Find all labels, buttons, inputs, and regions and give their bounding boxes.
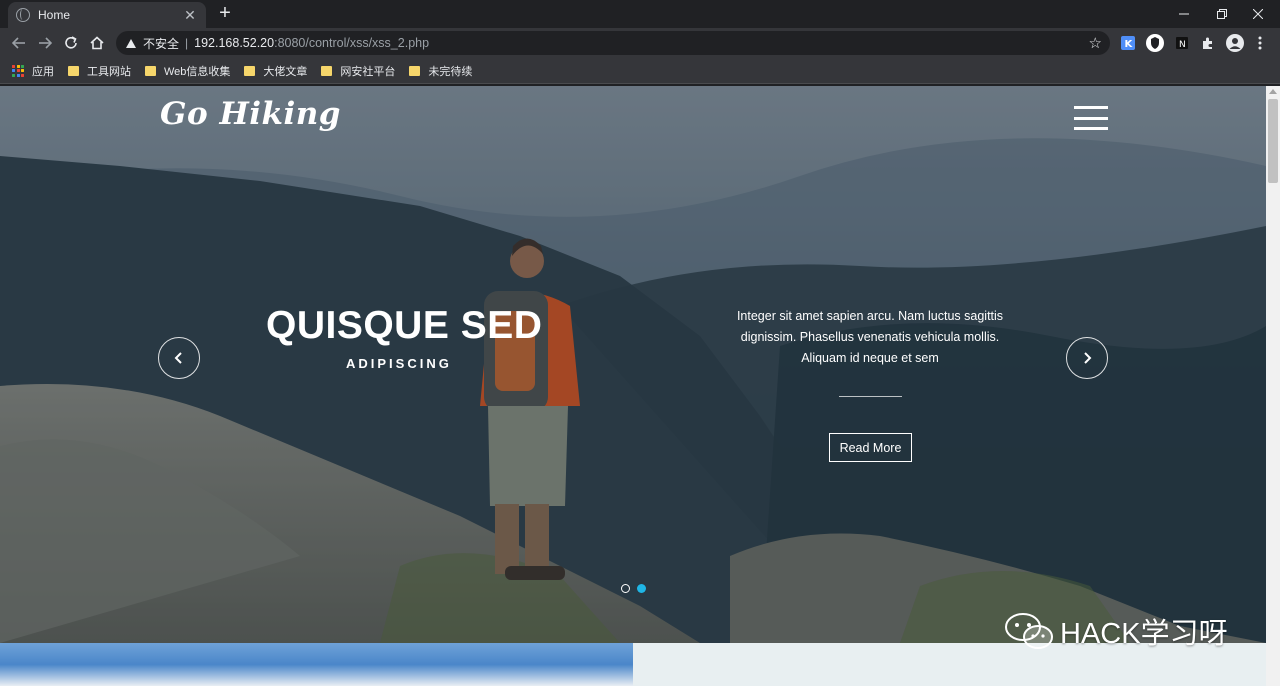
bookmark-folder-platform[interactable]: 网安社平台 — [321, 63, 395, 79]
bookmark-folder-tbc[interactable]: 未完待续 — [409, 63, 472, 79]
profile-button[interactable] — [1225, 33, 1245, 53]
extension-shield-icon — [1146, 34, 1164, 52]
extension-k-icon: K — [1121, 36, 1135, 50]
not-secure-label: 不安全 — [143, 36, 180, 51]
close-window-button[interactable] — [1240, 0, 1276, 28]
folder-icon — [68, 65, 79, 76]
tab-home[interactable]: Home ✕ — [8, 2, 206, 28]
arrow-left-icon — [12, 37, 25, 49]
bookmark-label: Web信息收集 — [164, 65, 231, 78]
bookmark-folder-articles[interactable]: 大佬文章 — [244, 63, 307, 79]
menu-toggle-icon[interactable] — [1074, 106, 1108, 130]
home-button[interactable] — [86, 32, 108, 54]
folder-icon — [321, 65, 333, 76]
watermark-text: HACK学习呀 — [1060, 618, 1228, 650]
puzzle-icon — [1203, 37, 1212, 49]
slider-prev-button[interactable] — [158, 337, 200, 379]
bookmark-apps[interactable]: 应用 — [12, 63, 54, 79]
avatar-icon — [1226, 34, 1244, 52]
extension-3-button[interactable]: N — [1172, 33, 1192, 53]
globe-icon — [16, 8, 30, 22]
chevron-left-icon — [174, 352, 182, 364]
hero-slider: Go Hiking QUISQUE SED ADIPISCING Integer… — [0, 86, 1266, 643]
url-separator: | — [185, 36, 189, 50]
browser-toolbar: 不安全 | 192.168.52.20 :8080/control/xss/xs… — [0, 28, 1280, 58]
more-vertical-icon — [1258, 36, 1262, 50]
page-viewport: Go Hiking QUISQUE SED ADIPISCING Integer… — [0, 86, 1266, 686]
bookmark-label: 工具网站 — [87, 65, 131, 78]
extensions-button[interactable] — [1198, 33, 1218, 53]
site-logo[interactable]: Go Hiking — [160, 96, 341, 132]
back-button[interactable] — [8, 32, 30, 54]
read-more-button[interactable]: Read More — [829, 433, 912, 462]
forward-button[interactable] — [34, 32, 56, 54]
bookmark-folder-tools[interactable]: 工具网站 — [68, 63, 131, 79]
url-host: 192.168.52.20 — [194, 36, 275, 50]
home-icon — [90, 36, 104, 50]
slide-divider — [839, 396, 902, 397]
bookmark-label: 网安社平台 — [340, 65, 396, 78]
svg-text:K: K — [1125, 39, 1134, 50]
close-icon — [1253, 9, 1263, 19]
bookmark-folder-web-info[interactable]: Web信息收集 — [145, 63, 230, 79]
new-tab-button[interactable]: + — [214, 3, 236, 25]
restore-icon — [1217, 9, 1227, 19]
tab-strip: Home ✕ + — [0, 0, 1280, 28]
bookmark-label: 大佬文章 — [263, 65, 308, 78]
folder-icon — [145, 65, 156, 76]
close-tab-icon[interactable]: ✕ — [182, 7, 198, 24]
folder-icon — [409, 65, 421, 76]
url-path: :8080/control/xss/xss_2.php — [274, 36, 430, 50]
restore-button[interactable] — [1204, 0, 1240, 28]
bookmark-label: 应用 — [32, 65, 54, 78]
slider-dot-2-active[interactable] — [637, 584, 646, 593]
folder-icon — [244, 65, 256, 76]
minimize-button[interactable] — [1166, 0, 1202, 28]
slider-next-button[interactable] — [1066, 337, 1108, 379]
chevron-right-icon — [1084, 352, 1092, 364]
warning-icon — [126, 38, 136, 48]
reload-icon — [65, 36, 77, 49]
address-bar[interactable]: 不安全 | 192.168.52.20 :8080/control/xss/xs… — [116, 31, 1110, 55]
page-scrollbar[interactable] — [1266, 86, 1280, 686]
extension-2-button[interactable] — [1145, 33, 1165, 53]
slide-title: QUISQUE SED — [266, 304, 543, 347]
slider-dots — [621, 584, 646, 593]
slider-dot-1[interactable] — [621, 584, 630, 593]
wechat-icon — [1005, 613, 1053, 649]
scroll-up-arrow-icon[interactable] — [1269, 89, 1277, 94]
bookmark-label: 未完待续 — [428, 65, 473, 78]
bookmark-star-icon[interactable]: ☆ — [1089, 34, 1102, 52]
bookmarks-bar: 应用 工具网站 Web信息收集 大佬文章 网安社平台 未完待续 — [0, 58, 1280, 84]
section-image-left — [0, 643, 633, 686]
extension-n-icon: N — [1176, 37, 1188, 49]
slide-description: Integer sit amet sapien arcu. Nam luctus… — [736, 309, 1004, 365]
tab-title: Home — [38, 8, 71, 22]
svg-text:N: N — [1179, 40, 1186, 49]
scrollbar-thumb[interactable] — [1268, 99, 1278, 183]
reload-button[interactable] — [60, 32, 82, 54]
extension-1-button[interactable]: K — [1118, 33, 1138, 53]
slide-subtitle: ADIPISCING — [346, 356, 452, 371]
watermark: HACK学习呀 — [1004, 610, 1228, 652]
arrow-right-icon — [39, 37, 52, 49]
menu-button[interactable] — [1250, 33, 1270, 53]
browser-window: Home ✕ + 不安全 | 192.168.52.20:8080/contr… — [0, 0, 1280, 686]
minimize-icon — [1179, 13, 1189, 15]
apps-grid-icon — [12, 64, 24, 77]
